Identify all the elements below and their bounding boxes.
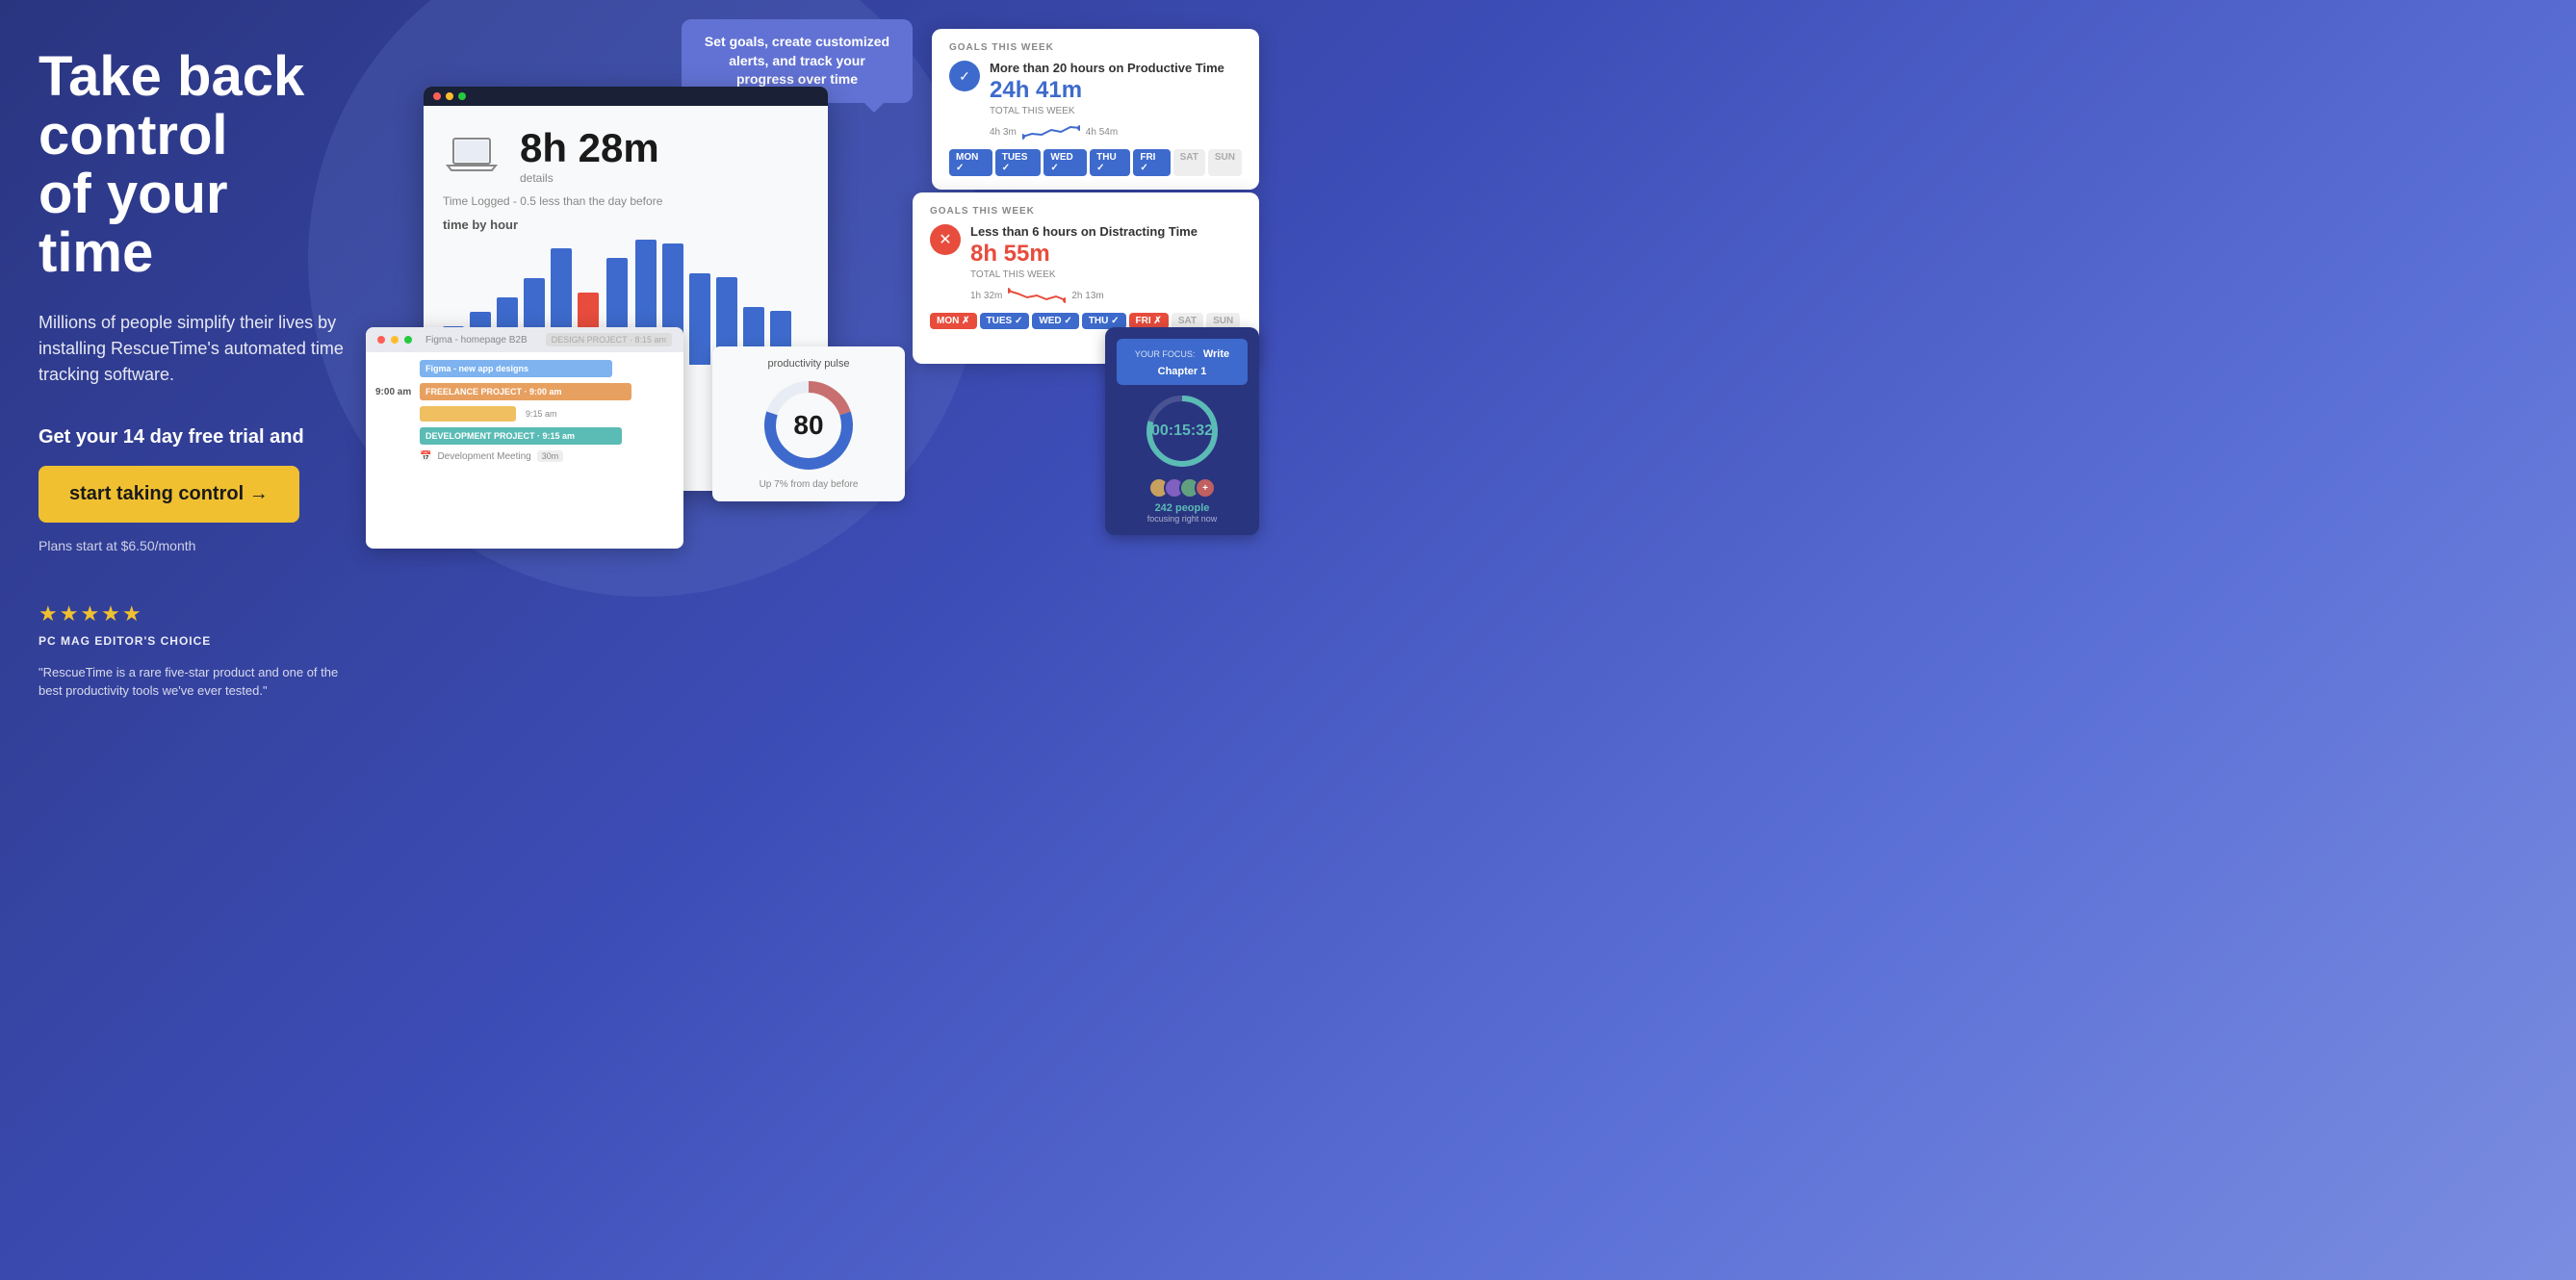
focus-timer-ring: 00:15:32: [1144, 393, 1221, 470]
donut-container: 80: [760, 377, 857, 474]
focus-label: YOUR FOCUS:: [1135, 349, 1196, 359]
goal-spark-1: 4h 3m 4h 54m: [990, 122, 1224, 141]
cal-icon-meeting: 📅: [420, 451, 431, 462]
focus-header: YOUR FOCUS: Write Chapter 1: [1117, 339, 1248, 385]
day-tue-2: TUES ✓: [980, 313, 1030, 329]
focus-avatars: +: [1117, 477, 1248, 499]
focus-card: YOUR FOCUS: Write Chapter 1 00:15:32 + 2…: [1105, 327, 1259, 535]
time-display: 8h 28m details: [443, 125, 809, 185]
sparkline-2: [1008, 286, 1066, 305]
dot-red: [433, 92, 441, 100]
goal-spark-2: 1h 32m 2h 13m: [970, 286, 1198, 305]
day-mon-1: MON ✓: [949, 149, 992, 176]
focus-people-sub: focusing right now: [1117, 514, 1248, 524]
cta-pre: Get your 14 day free trial and: [39, 426, 356, 448]
cal-dot-green: [404, 336, 412, 344]
left-panel: Take back control of your time Millions …: [0, 0, 385, 1280]
dashboard-titlebar: [424, 87, 828, 106]
focus-people-count: 242 people: [1117, 502, 1248, 514]
day-fri-1: FRI ✓: [1133, 149, 1170, 176]
goal-card-productive: GOALS THIS WEEK ✓ More than 20 hours on …: [932, 29, 1259, 190]
cta-button[interactable]: start taking control →: [39, 466, 299, 523]
time-subtitle: Time Logged - 0.5 less than the day befo…: [443, 194, 809, 208]
cal-header: Figma - homepage B2B DESIGN PROJECT · 8:…: [366, 327, 683, 352]
cal-bar-3: [420, 406, 516, 422]
cal-header-title: Figma - homepage B2B: [425, 335, 528, 346]
cal-items: Figma - new app designs 9:00 am FREELANC…: [366, 352, 683, 470]
day-sun-1: SUN: [1208, 149, 1242, 176]
price-note: Plans start at $6.50/month: [39, 538, 356, 553]
pulse-subtitle: Up 7% from day before: [724, 479, 893, 490]
calendar-card: Figma - homepage B2B DESIGN PROJECT · 8:…: [366, 327, 683, 549]
section-title: time by hour: [443, 218, 809, 232]
cal-tag: DESIGN PROJECT · 8:15 am: [546, 333, 672, 346]
bar-10: [689, 273, 710, 365]
goal-icon-check: ✓: [949, 61, 980, 91]
laptop-icon: [443, 131, 501, 179]
bar-11: [716, 277, 737, 354]
day-wed-1: WED ✓: [1043, 149, 1087, 176]
day-tue-1: TUES ✓: [995, 149, 1042, 176]
pulse-score: 80: [793, 410, 823, 441]
cal-bar-4: DEVELOPMENT PROJECT · 9:15 am: [420, 427, 622, 445]
cal-bar-1: Figma - new app designs: [420, 360, 612, 377]
cal-dot-yellow: [391, 336, 399, 344]
focus-time: 00:15:32: [1151, 422, 1213, 440]
cal-item-2: 9:00 am FREELANCE PROJECT · 9:00 am: [375, 383, 674, 400]
hero-title: Take back control of your time: [39, 48, 356, 283]
goal-icon-x: ✕: [930, 224, 961, 255]
hero-subtitle: Millions of people simplify their lives …: [39, 310, 356, 388]
goal-total-2: TOTAL THIS WEEK: [970, 269, 1198, 280]
time-logged: 8h 28m: [520, 125, 659, 171]
right-panel: Set goals, create customized alerts, and…: [385, 0, 1288, 1280]
star-rating: ★★★★★: [39, 602, 356, 627]
day-sat-1: SAT: [1173, 149, 1205, 176]
editor-choice: PC MAG EDITOR'S CHOICE: [39, 634, 356, 648]
goal-label-2: GOALS THIS WEEK: [930, 206, 1242, 217]
day-mon-2: MON ✗: [930, 313, 977, 329]
dot-yellow: [446, 92, 453, 100]
day-badges-1: MON ✓ TUES ✓ WED ✓ THU ✓ FRI ✓ SAT SUN: [949, 149, 1242, 176]
cal-item-5: 📅 Development Meeting 30m: [375, 450, 674, 462]
bar-grp10: [689, 273, 710, 367]
cal-bar-2: FREELANCE PROJECT · 9:00 am: [420, 383, 631, 400]
goal-total-1: TOTAL THIS WEEK: [990, 106, 1224, 116]
cal-dot-red: [377, 336, 385, 344]
time-logged-label: details: [520, 171, 659, 185]
pulse-title: productivity pulse: [724, 358, 893, 370]
cal-item-4: DEVELOPMENT PROJECT · 9:15 am: [375, 427, 674, 445]
dot-green: [458, 92, 466, 100]
day-thu-1: THU ✓: [1090, 149, 1130, 176]
goal-hours-2: 8h 55m: [970, 241, 1198, 268]
avatar-more: +: [1195, 477, 1216, 499]
day-wed-2: WED ✓: [1032, 313, 1079, 329]
testimonial-quote: "RescueTime is a rare five-star product …: [39, 663, 347, 701]
pulse-card: productivity pulse 80 Up 7% from day bef…: [712, 346, 905, 501]
goal-title-1: More than 20 hours on Productive Time: [990, 61, 1224, 75]
goal-header-2: ✕ Less than 6 hours on Distracting Time …: [930, 224, 1242, 305]
hero-section: Take back control of your time Millions …: [0, 0, 1288, 1280]
cal-item-1: Figma - new app designs: [375, 360, 674, 377]
goal-hours-1: 24h 41m: [990, 77, 1224, 104]
sparkline-1: [1022, 122, 1080, 141]
cal-item-3: 9:15 am: [375, 406, 674, 422]
goal-header-1: ✓ More than 20 hours on Productive Time …: [949, 61, 1242, 141]
goal-title-2: Less than 6 hours on Distracting Time: [970, 224, 1198, 239]
goal-label-1: GOALS THIS WEEK: [949, 42, 1242, 53]
